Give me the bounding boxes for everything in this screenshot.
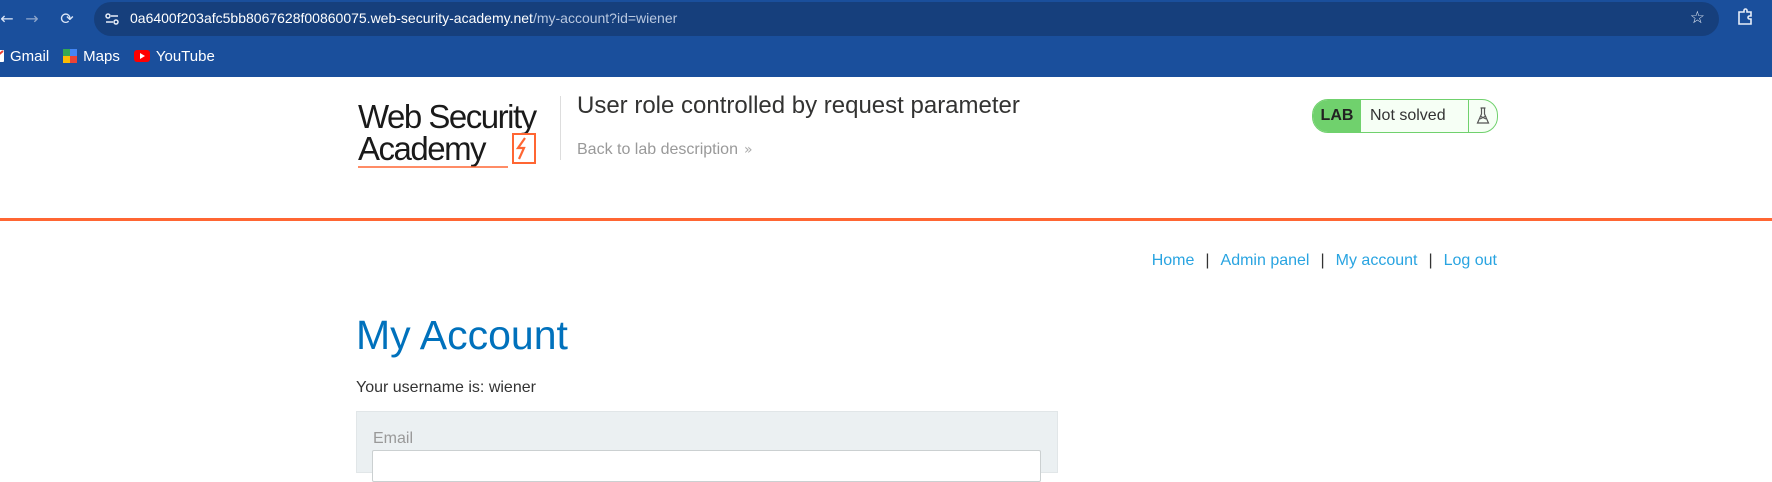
lab-title: User role controlled by request paramete… (577, 92, 1020, 119)
bookmark-label: Gmail (10, 47, 50, 65)
web-security-academy-logo[interactable]: Web Security Academy (358, 98, 558, 170)
double-chevron-icon: » (743, 142, 753, 158)
extensions-icon[interactable] (1735, 8, 1755, 28)
bookmarks-bar: Gmail Maps YouTube (0, 43, 229, 69)
site-info-icon[interactable] (104, 11, 120, 27)
nav-separator: | (1205, 252, 1210, 269)
address-bar[interactable]: 0a6400f203afc5bb8067628f00860075.web-sec… (94, 2, 1719, 36)
back-icon[interactable]: ← (0, 6, 20, 32)
nav-log-out-link[interactable]: Log out (1444, 252, 1497, 269)
username-text: Your username is: wiener (356, 379, 536, 396)
reload-icon[interactable]: ⟳ (54, 6, 80, 32)
url-path: /my-account?id=wiener (532, 10, 678, 26)
lab-status-text: Not solved (1370, 107, 1446, 124)
nav-separator: | (1428, 252, 1433, 269)
email-label: Email (373, 430, 414, 447)
forward-icon[interactable]: → (19, 6, 45, 32)
nav-separator: | (1320, 252, 1325, 269)
header-divider (560, 96, 561, 160)
nav-home-link[interactable]: Home (1152, 252, 1195, 269)
browser-toolbar: ← → ⟳ 0a6400f203afc5bb8067628f00860075.w… (0, 0, 1772, 77)
lab-status-widget: LAB Not solved (1312, 99, 1498, 133)
header-rule (0, 218, 1772, 221)
bookmark-youtube[interactable]: YouTube (133, 47, 215, 65)
back-to-lab-description-link[interactable]: Back to lab description » (577, 141, 753, 159)
url-host: 0a6400f203afc5bb8067628f00860075.web-sec… (130, 10, 533, 26)
nav-admin-panel-link[interactable]: Admin panel (1221, 252, 1310, 269)
page-title: My Account (356, 312, 568, 358)
bookmark-label: Maps (83, 47, 120, 65)
youtube-icon (133, 50, 150, 62)
email-input[interactable] (372, 450, 1041, 482)
flask-icon (1468, 100, 1497, 132)
nav-my-account-link[interactable]: My account (1336, 252, 1418, 269)
bookmark-gmail[interactable]: Gmail (0, 48, 49, 65)
gmail-icon (0, 50, 4, 62)
lab-tag: LAB (1313, 100, 1361, 132)
url-text[interactable]: 0a6400f203afc5bb8067628f00860075.web-sec… (130, 10, 677, 26)
site-nav: Home | Admin panel | My account | Log out (1152, 252, 1497, 270)
bookmark-star-icon[interactable]: ☆ (1690, 8, 1705, 28)
maps-icon (63, 49, 78, 63)
bookmark-label: YouTube (155, 47, 215, 65)
back-link-label: Back to lab description (577, 141, 738, 158)
logo-line2: Academy (358, 130, 487, 167)
bookmark-maps[interactable]: Maps (63, 48, 120, 65)
